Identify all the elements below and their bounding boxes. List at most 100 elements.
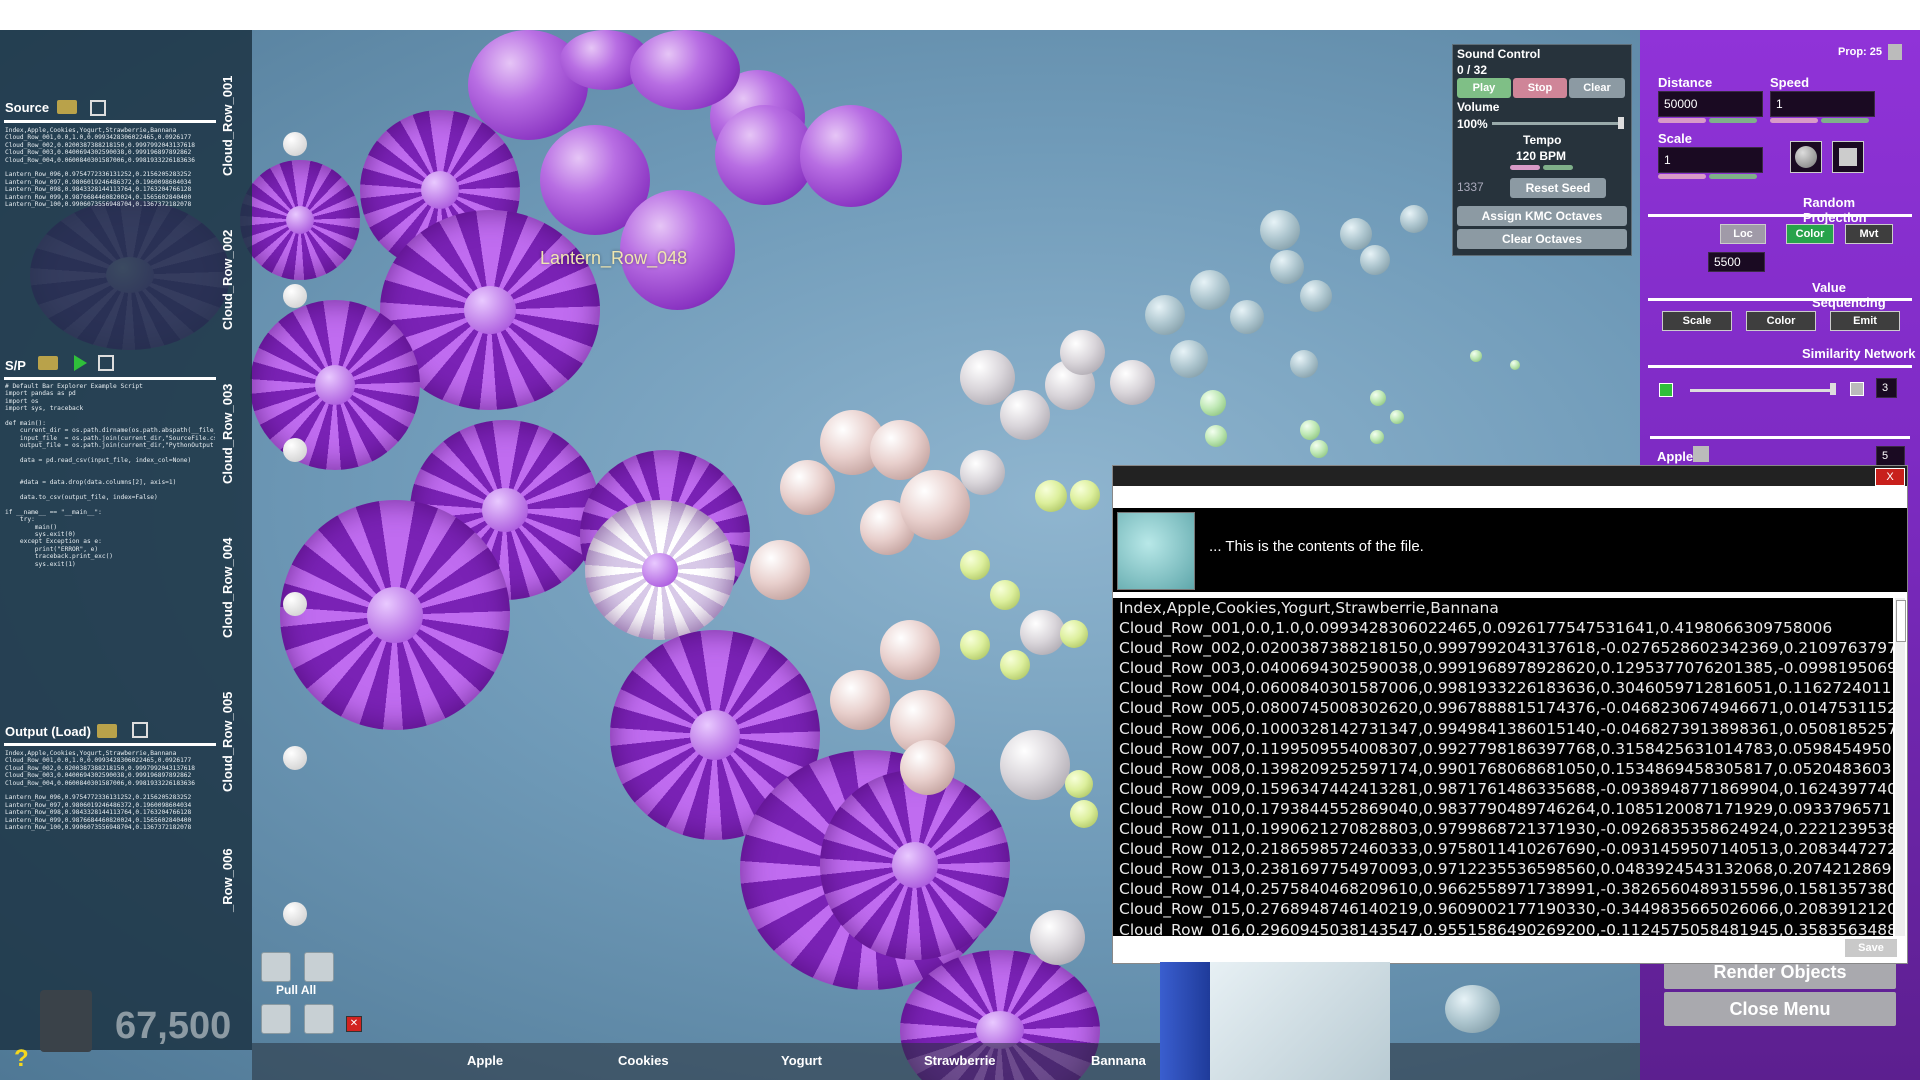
scale-input[interactable]: 1 [1658,147,1763,173]
pink-sphere[interactable] [750,540,810,600]
rp-loc-button[interactable]: Loc [1720,224,1766,244]
teal-sphere[interactable] [1445,985,1500,1033]
teal-sphere[interactable] [1360,245,1390,275]
category-yogurt[interactable]: Yogurt [781,1053,822,1068]
purple-flower-object[interactable] [240,160,360,280]
lime-sphere[interactable] [960,550,990,580]
distance-decrease[interactable] [1658,118,1706,123]
file-content[interactable]: Index,Apple,Cookies,Yogurt,Strawberrie,B… [1113,598,1893,936]
scale-increase[interactable] [1709,174,1757,179]
category-cookies[interactable]: Cookies [618,1053,669,1068]
white-sphere[interactable] [1020,610,1065,655]
close-icon[interactable]: ✕ [346,1016,362,1032]
teal-sphere[interactable] [1270,250,1304,284]
lime-sphere[interactable] [1035,480,1067,512]
purple-sphere[interactable] [800,105,902,207]
clear-octaves-button[interactable]: Clear Octaves [1457,229,1627,249]
source-preview[interactable]: Index,Apple,Cookies,Yogurt,Strawberrie,B… [5,127,215,223]
close-menu-button[interactable]: Close Menu [1664,992,1896,1026]
vs-emit-button[interactable]: Emit [1830,311,1900,331]
lime-sphere[interactable] [1065,770,1093,798]
similarity-slider-knob[interactable] [1830,383,1836,395]
row-handle[interactable] [283,284,307,308]
clear-button[interactable]: Clear [1569,78,1625,98]
white-flower-object[interactable] [585,500,735,640]
pull-slot-button[interactable] [261,952,291,982]
run-script-icon[interactable] [74,355,87,371]
distance-increase[interactable] [1709,118,1757,123]
white-sphere[interactable] [1000,390,1050,440]
rp-mvt-button[interactable]: Mvt [1845,224,1893,244]
category-apple[interactable]: Apple [467,1053,503,1068]
white-sphere[interactable] [960,450,1005,495]
script-editor[interactable]: # Default Bar Explorer Example Script imp… [5,383,215,593]
green-sphere[interactable] [1510,360,1520,370]
white-sphere[interactable] [1030,910,1085,965]
green-sphere[interactable] [1300,420,1320,440]
purple-flower-object[interactable] [250,300,420,470]
similarity-slider[interactable] [1690,389,1836,392]
tempo-decrease[interactable] [1510,165,1540,170]
green-sphere[interactable] [1370,430,1384,444]
external-open-icon[interactable] [132,722,148,738]
lime-sphere[interactable] [1070,800,1098,828]
cube-icon[interactable] [1888,44,1902,60]
lime-sphere[interactable] [1060,620,1088,648]
green-sphere[interactable] [1390,410,1404,424]
green-sphere[interactable] [1200,390,1226,416]
folder-icon[interactable] [57,100,77,114]
white-sphere[interactable] [1110,360,1155,405]
rp-value-input[interactable]: 5500 [1708,252,1765,272]
category-bannana[interactable]: Bannana [1091,1053,1146,1068]
folder-icon[interactable] [38,356,58,370]
row-handle[interactable] [283,438,307,462]
play-button[interactable]: Play [1457,78,1511,98]
teal-sphere[interactable] [1190,270,1230,310]
folder-icon[interactable] [97,724,117,738]
green-sphere[interactable] [1370,390,1386,406]
pink-sphere[interactable] [900,470,970,540]
external-open-icon[interactable] [98,355,114,371]
pull-all-label[interactable]: Pull All [276,983,316,997]
trash-bin-icon[interactable] [40,990,92,1052]
save-button[interactable]: Save [1845,939,1897,957]
vs-scale-button[interactable]: Scale [1662,311,1732,331]
tempo-increase[interactable] [1543,165,1573,170]
pull-slot-button[interactable] [304,952,334,982]
pink-sphere[interactable] [900,740,955,795]
pull-slot-button[interactable] [304,1004,334,1034]
speed-increase[interactable] [1821,118,1869,123]
row-handle[interactable] [283,746,307,770]
stop-button[interactable]: Stop [1513,78,1567,98]
pink-sphere[interactable] [880,620,940,680]
cube-shape-button[interactable] [1832,141,1864,173]
row-handle[interactable] [283,902,307,926]
green-sphere[interactable] [1310,440,1328,458]
sphere-shape-button[interactable] [1790,141,1822,173]
teal-sphere[interactable] [1300,280,1332,312]
scale-decrease[interactable] [1658,174,1706,179]
close-window-button[interactable]: X [1875,468,1905,486]
category-strawberrie[interactable]: Strawberrie [924,1053,996,1068]
teal-sphere[interactable] [1340,218,1372,250]
vertical-scrollbar[interactable] [1895,598,1906,936]
assign-kmc-octaves-button[interactable]: Assign KMC Octaves [1457,206,1627,226]
teal-sphere[interactable] [1400,205,1428,233]
purple-flower-object[interactable] [820,770,1010,960]
teal-sphere[interactable] [1290,350,1318,378]
blue-block-object[interactable] [1160,962,1210,1080]
purple-flower-object[interactable] [280,500,510,730]
green-sphere[interactable] [1205,425,1227,447]
pink-sphere[interactable] [830,670,890,730]
vs-color-button[interactable]: Color [1746,311,1816,331]
lime-sphere[interactable] [960,630,990,660]
output-preview[interactable]: Index,Apple,Cookies,Yogurt,Strawberrie,B… [5,750,215,846]
teal-sphere[interactable] [1145,295,1185,335]
row-handle[interactable] [283,132,307,156]
rp-color-button[interactable]: Color [1786,224,1834,244]
white-sphere[interactable] [1000,730,1070,800]
distance-input[interactable]: 50000 [1658,91,1763,117]
volume-slider-knob[interactable] [1618,117,1624,129]
lime-sphere[interactable] [1070,480,1100,510]
reset-seed-button[interactable]: Reset Seed [1510,178,1606,198]
